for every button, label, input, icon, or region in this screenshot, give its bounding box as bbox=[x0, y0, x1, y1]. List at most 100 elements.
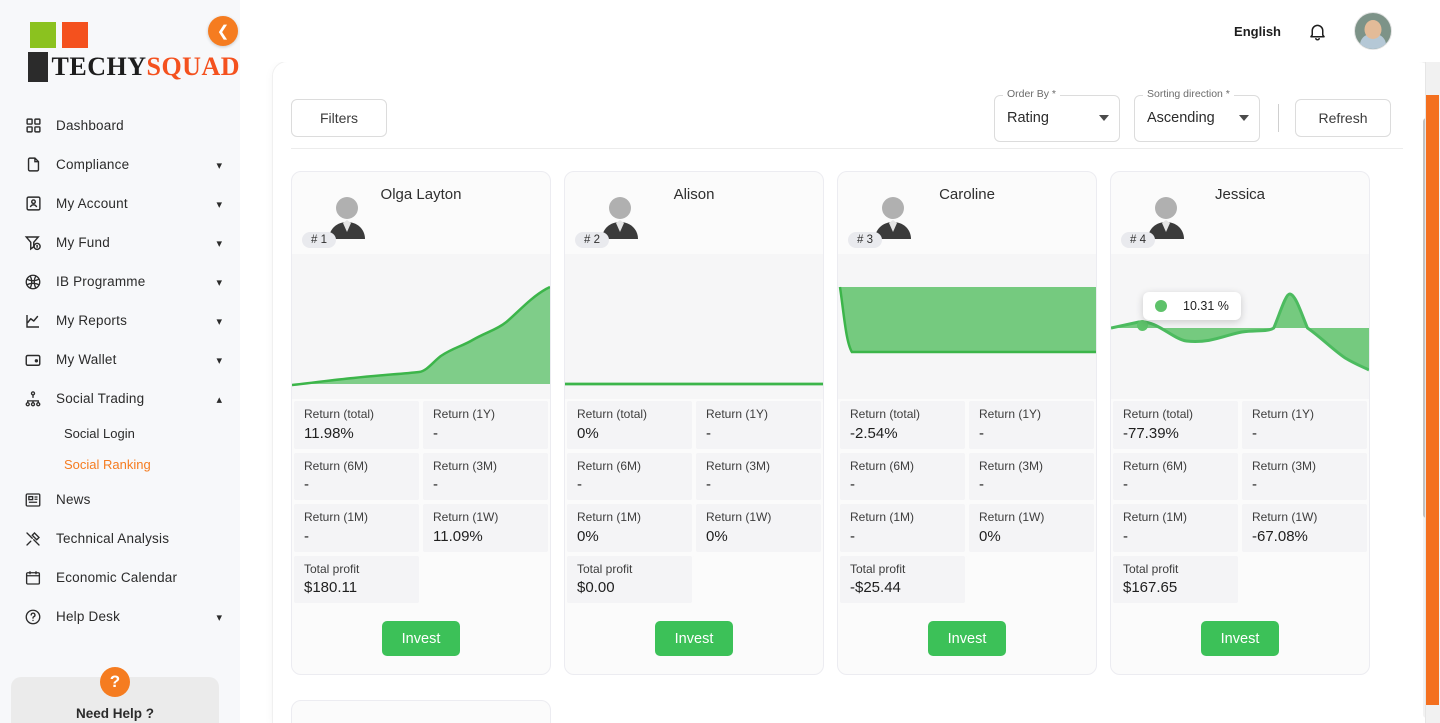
card-header: Alison # 2 bbox=[565, 172, 823, 254]
trader-card[interactable]: Olga Layton # 1 Return (total) 11.98% Re… bbox=[291, 171, 551, 676]
order-by-select[interactable]: Rating Order By * bbox=[994, 87, 1120, 142]
invest-button[interactable]: Invest bbox=[1201, 621, 1279, 657]
stat-value: - bbox=[304, 476, 309, 494]
invest-button[interactable]: Invest bbox=[655, 621, 733, 657]
stat-label: Return (1Y) bbox=[979, 407, 1042, 421]
stat-return-total: Return (total) 11.98% bbox=[292, 399, 421, 451]
toolbar-divider bbox=[1278, 104, 1279, 132]
logo-text-secondary: SQUAD bbox=[146, 52, 240, 81]
sidebar-item-economic-calendar[interactable]: Economic Calendar bbox=[0, 558, 240, 597]
sidebar-item-social-trading[interactable]: Social Trading ▴ bbox=[0, 379, 240, 418]
stat-spacer bbox=[1240, 554, 1369, 606]
chevron-left-icon[interactable]: ❮ bbox=[208, 16, 238, 46]
sidebar-item-ib-programme[interactable]: IB Programme ▾ bbox=[0, 262, 240, 301]
stat-value: - bbox=[850, 476, 855, 494]
stat-label: Return (1M) bbox=[1123, 510, 1188, 525]
stats-row: Return (6M) - Return (3M) - bbox=[1111, 450, 1369, 503]
stat-value: 11.98% bbox=[304, 424, 354, 442]
sidebar-item-help-desk[interactable]: Help Desk ▾ bbox=[0, 597, 240, 636]
stat-label: Return (1M) bbox=[304, 510, 369, 525]
sidebar-item-label: My Wallet bbox=[56, 352, 117, 367]
stat-return-1m: Return (1M) - bbox=[1111, 502, 1240, 554]
card-header: Caroline # 3 bbox=[838, 172, 1096, 254]
sidebar-item-my-account[interactable]: My Account ▾ bbox=[0, 184, 240, 223]
stat-value: - bbox=[1123, 527, 1128, 545]
stat-value: - bbox=[979, 424, 984, 442]
sidebar-item-technical-analysis[interactable]: Technical Analysis bbox=[0, 519, 240, 558]
sidebar-item-social-login[interactable]: Social Login bbox=[0, 418, 240, 449]
trader-card-next-row[interactable] bbox=[291, 700, 551, 723]
rank-badge: # 3 bbox=[848, 232, 882, 248]
stat-return-3m: Return (3M) - bbox=[694, 450, 823, 503]
chart-hover-point bbox=[1137, 320, 1148, 331]
invest-button[interactable]: Invest bbox=[928, 621, 1006, 657]
window-scrollbar-track[interactable] bbox=[1425, 0, 1440, 723]
trader-card[interactable]: Caroline # 3 Return (total) -2.54% Retur… bbox=[837, 171, 1097, 676]
rank-badge: # 4 bbox=[1121, 232, 1155, 248]
stat-return-1w: Return (1W) 11.09% bbox=[421, 502, 550, 554]
invest-row: Invest bbox=[838, 605, 1096, 674]
stat-label: Total profit bbox=[850, 561, 906, 576]
performance-chart[interactable] bbox=[292, 254, 550, 399]
stat-return-3m: Return (3M) - bbox=[1240, 450, 1369, 503]
stats-row: Return (total) -77.39% Return (1Y) - bbox=[1111, 399, 1369, 451]
stat-total-profit: Total profit $180.11 bbox=[292, 553, 421, 606]
chevron-down-icon: ▾ bbox=[216, 238, 222, 250]
refresh-button[interactable]: Refresh bbox=[1295, 99, 1391, 137]
trader-card[interactable]: Jessica # 4 10.31 % Return (total) -77.3… bbox=[1110, 171, 1370, 676]
stat-label: Return (1W) bbox=[433, 510, 499, 525]
stat-value: -$25.44 bbox=[850, 579, 901, 597]
stats-row: Total profit $167.65 bbox=[1111, 553, 1369, 606]
stats-row: Total profit -$25.44 bbox=[838, 553, 1096, 606]
stat-return-3m: Return (3M) - bbox=[421, 450, 550, 503]
trader-card[interactable]: Alison # 2 Return (total) 0% Return (1Y)… bbox=[564, 171, 824, 676]
document-icon bbox=[22, 154, 44, 176]
sidebar-item-my-reports[interactable]: My Reports ▾ bbox=[0, 301, 240, 340]
bell-icon[interactable] bbox=[1307, 21, 1328, 42]
logo-text-primary: TECHY bbox=[51, 52, 147, 81]
sidebar-item-social-ranking[interactable]: Social Ranking bbox=[0, 449, 240, 480]
stats-row: Return (1M) - Return (1W) -67.08% bbox=[1111, 502, 1369, 554]
logo-block-icon bbox=[28, 52, 48, 82]
invest-row: Invest bbox=[565, 605, 823, 674]
stat-label: Return (6M) bbox=[304, 458, 369, 473]
stat-value: - bbox=[433, 424, 438, 442]
stats-row: Return (1M) 0% Return (1W) 0% bbox=[565, 502, 823, 554]
window-scrollbar-thumb[interactable] bbox=[1426, 95, 1439, 705]
stat-label: Return (total) bbox=[850, 407, 921, 421]
avatar[interactable] bbox=[1354, 12, 1392, 50]
grid-icon bbox=[22, 115, 44, 137]
tooltip-value: 10.31 % bbox=[1183, 299, 1229, 313]
invest-button[interactable]: Invest bbox=[382, 621, 460, 657]
trader-name: Olga Layton bbox=[380, 186, 462, 203]
brand-logo[interactable]: TECHYSQUAD bbox=[0, 0, 240, 82]
trader-cards-grid: Olga Layton # 1 Return (total) 11.98% Re… bbox=[273, 149, 1421, 723]
tooltip-series-dot bbox=[1155, 300, 1167, 312]
stat-value: - bbox=[1252, 424, 1257, 442]
stat-return-total: Return (total) 0% bbox=[565, 399, 694, 451]
sidebar-item-my-wallet[interactable]: My Wallet ▾ bbox=[0, 340, 240, 379]
stat-label: Return (3M) bbox=[979, 458, 1044, 473]
question-mark-icon[interactable]: ? bbox=[100, 667, 130, 697]
sorting-direction-select[interactable]: Ascending Sorting direction * bbox=[1134, 87, 1260, 142]
trader-name: Jessica bbox=[1214, 186, 1266, 203]
logo-wordmark: TECHYSQUAD bbox=[28, 52, 240, 82]
stat-label: Total profit bbox=[577, 561, 633, 576]
stat-value: -67.08% bbox=[1252, 527, 1308, 545]
trader-name: Caroline bbox=[939, 186, 995, 203]
toolbar: Filters Rating Order By * Ascending Sort… bbox=[273, 62, 1421, 148]
sidebar-item-compliance[interactable]: Compliance ▾ bbox=[0, 145, 240, 184]
sidebar-item-news[interactable]: News bbox=[0, 480, 240, 519]
stat-label: Return (1Y) bbox=[706, 407, 769, 421]
sidebar-item-my-fund[interactable]: My Fund ▾ bbox=[0, 223, 240, 262]
language-selector[interactable]: English bbox=[1234, 24, 1281, 39]
performance-chart[interactable] bbox=[838, 254, 1096, 399]
sidebar-item-dashboard[interactable]: Dashboard bbox=[0, 106, 240, 145]
stat-value: - bbox=[1252, 476, 1257, 494]
stat-label: Return (3M) bbox=[706, 458, 771, 473]
stat-label: Return (1W) bbox=[1252, 510, 1318, 525]
performance-chart[interactable]: 10.31 % bbox=[1111, 254, 1369, 399]
performance-chart[interactable] bbox=[565, 254, 823, 399]
filters-button[interactable]: Filters bbox=[291, 99, 387, 137]
sidebar-subitem-label: Social Ranking bbox=[64, 457, 151, 472]
